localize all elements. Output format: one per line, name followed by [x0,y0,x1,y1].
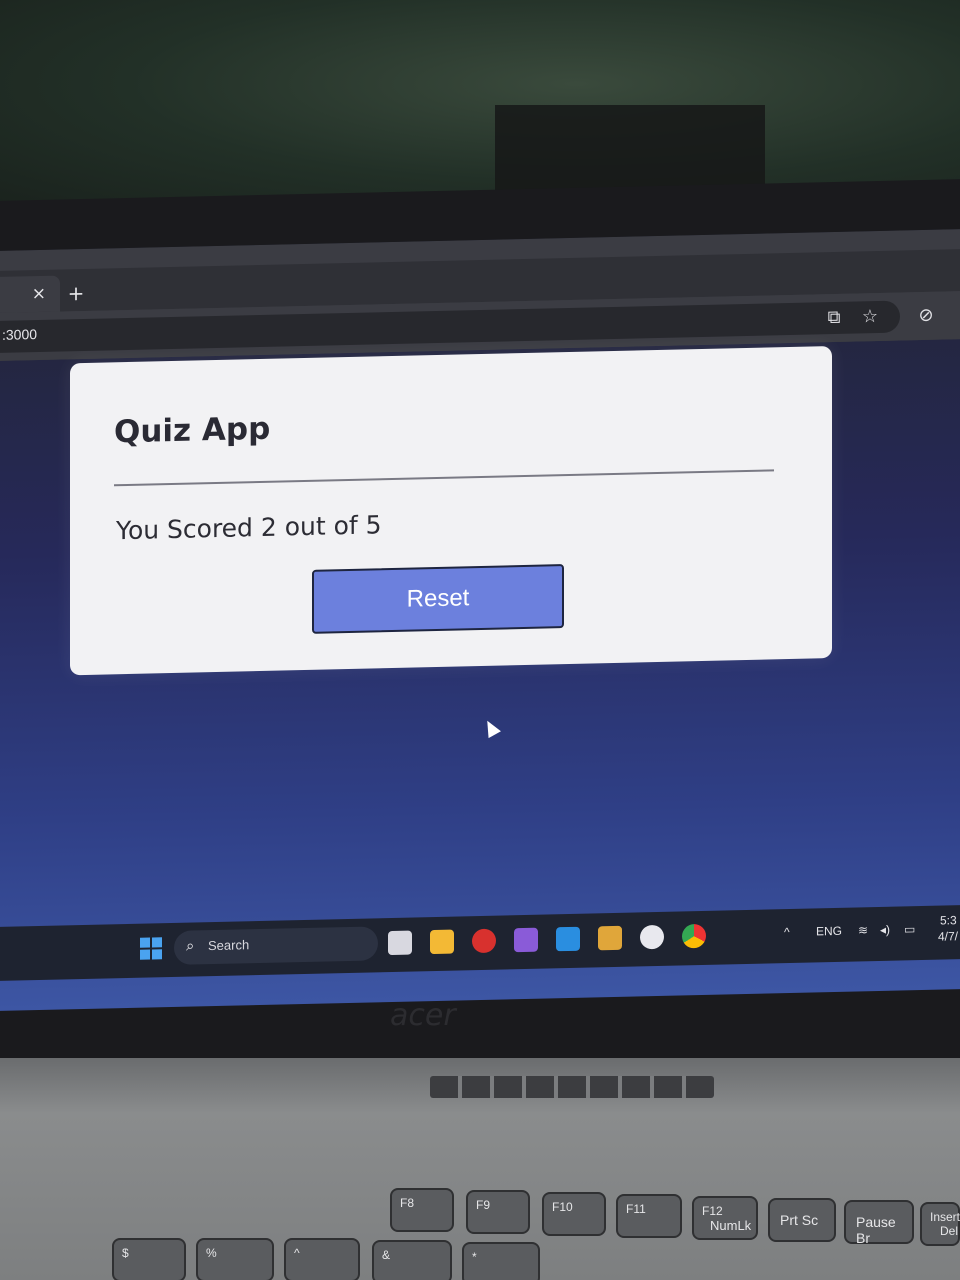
battery-icon[interactable]: ▭ [904,922,915,936]
key-f9[interactable]: F9 [466,1190,530,1234]
key-8[interactable]: * [462,1242,540,1280]
key-f11[interactable]: F11 [616,1194,682,1238]
install-app-icon[interactable]: ⧉ [822,306,846,331]
vscode-icon[interactable] [556,926,580,952]
task-view-icon[interactable] [388,930,412,956]
key-6[interactable]: ^ [284,1238,360,1280]
browser-chrome: × + :3000 ⧉ ☆ ⊘ [0,229,960,361]
key-7[interactable]: & [372,1240,452,1280]
key-5[interactable]: % [196,1238,274,1280]
key-4[interactable]: $ [112,1238,186,1280]
clock-time[interactable]: 5:3 [940,913,957,927]
browser-tab[interactable]: × [0,275,60,313]
game-icon[interactable] [640,924,664,950]
file-explorer-icon[interactable] [430,929,454,955]
title-divider [114,469,774,487]
app-icon[interactable] [598,925,622,951]
wifi-icon[interactable]: ≋ [858,923,868,937]
language-indicator[interactable]: ENG [816,924,842,939]
acer-logo: acer [390,998,456,1033]
score-text: You Scored 2 out of 5 [116,510,382,546]
taskbar-search[interactable]: ⌕ Search [174,926,378,965]
key-f10[interactable]: F10 [542,1192,606,1236]
tab-close-icon[interactable]: × [32,284,46,304]
quiz-title: Quiz App [114,410,271,451]
visual-studio-icon[interactable] [514,927,538,953]
key-f8[interactable]: F8 [390,1188,454,1232]
chrome-icon[interactable] [682,923,706,949]
search-icon: ⌕ [186,936,195,955]
quiz-card: Quiz App You Scored 2 out of 5 Reset [70,346,832,676]
clock-date[interactable]: 4/7/ [938,929,958,943]
volume-icon[interactable]: ◂) [880,923,890,937]
key-insert[interactable]: Insert Del [920,1202,960,1246]
new-tab-button[interactable]: + [64,279,88,308]
mouse-cursor-icon [481,717,501,739]
tray-chevron-icon[interactable]: ^ [784,925,790,939]
wps-office-icon[interactable] [472,928,496,954]
room-background [0,0,960,210]
search-label: Search [208,937,250,954]
windows-start-icon[interactable] [140,937,162,960]
key-f12[interactable]: F12 NumLk [692,1196,758,1240]
extension-icon[interactable]: ⊘ [914,304,938,329]
bookmark-star-icon[interactable]: ☆ [858,305,882,330]
key-prtsc[interactable]: Prt Sc [768,1198,836,1242]
laptop-screen: × + :3000 ⧉ ☆ ⊘ Quiz App You Scored 2 ou… [0,229,960,1011]
address-text: :3000 [2,326,38,343]
reset-button[interactable]: Reset [312,564,564,634]
laptop-hinge [430,1076,714,1098]
key-pause[interactable]: Pause Br [844,1200,914,1246]
